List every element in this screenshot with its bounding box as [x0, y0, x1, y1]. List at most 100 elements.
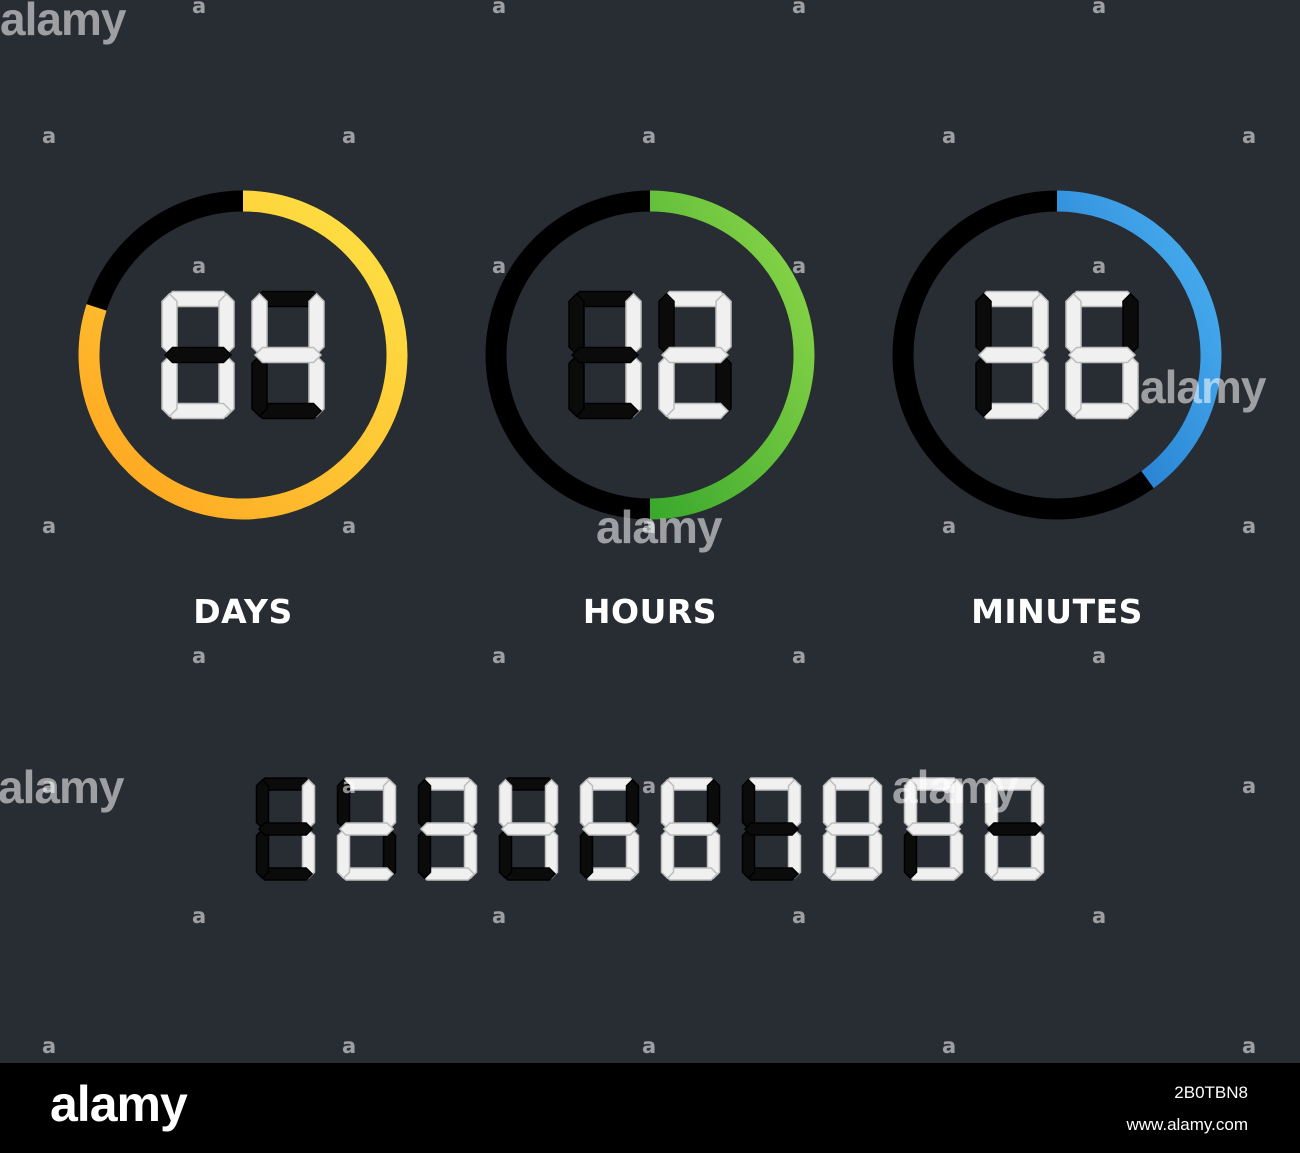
watermark-glyph: a — [792, 904, 807, 928]
watermark-glyph: a — [492, 0, 507, 18]
watermark-glyph: a — [192, 254, 207, 278]
row-digit-6 — [660, 777, 721, 881]
segment-e-on — [822, 828, 837, 880]
row-digit-8 — [822, 777, 883, 881]
segment-b-on — [787, 778, 802, 830]
segment-g-on — [338, 822, 395, 836]
segment-b-on — [868, 778, 883, 830]
days-label: DAYS — [193, 592, 293, 631]
row-digit-3 — [417, 777, 478, 881]
segment-b-on — [1030, 778, 1045, 830]
segment-g-on — [977, 346, 1047, 364]
countdown-panel: DAYS HOURS MINUTES a a a a a a a a a a a a a a a a a a a a a… — [0, 0, 1300, 1063]
alamy-logo: alamy — [50, 1076, 188, 1132]
segment-f-on — [251, 292, 268, 356]
watermark-glyph: a — [342, 1034, 357, 1058]
watermark-word: alamy — [0, 0, 126, 45]
segment-g-off — [743, 822, 800, 836]
watermark-glyph: a — [342, 514, 357, 538]
watermark-glyph: a — [1242, 774, 1257, 798]
watermark-glyph: a — [192, 644, 207, 668]
hours-label: HOURS — [582, 592, 718, 631]
segment-g-off — [986, 822, 1043, 836]
segment-f-on — [1065, 292, 1082, 356]
watermark-glyph: a — [1092, 0, 1107, 18]
value-digit-2 — [658, 290, 732, 420]
segment-f-off — [255, 778, 270, 830]
watermark-glyph: a — [492, 904, 507, 928]
segment-e-off — [251, 354, 268, 418]
segment-f-off — [741, 778, 756, 830]
watermark-glyph: a — [792, 644, 807, 668]
segment-b-on — [544, 778, 559, 830]
segment-g-off — [257, 822, 314, 836]
row-digit-4 — [498, 777, 559, 881]
watermark-glyph: a — [1092, 254, 1107, 278]
segment-b-on — [715, 292, 732, 356]
timer-days — [78, 190, 408, 520]
value-digit-6 — [1065, 290, 1139, 420]
watermark-word: alamy — [892, 761, 1018, 813]
watermark-glyph: a — [792, 0, 807, 18]
timer-minutes — [892, 190, 1222, 520]
watermark-glyph: a — [1092, 644, 1107, 668]
segment-g-on — [1067, 346, 1137, 364]
segment-b-off — [625, 778, 640, 830]
segment-e-off — [255, 828, 270, 880]
segment-f-off — [417, 778, 432, 830]
watermark-word: alamy — [1140, 361, 1266, 413]
segment-f-on — [498, 778, 513, 830]
segment-g-on — [824, 822, 881, 836]
row-digit-7 — [741, 777, 802, 881]
segment-e-off — [741, 828, 756, 880]
value-digit-0 — [161, 290, 235, 420]
segment-b-on — [625, 292, 642, 356]
site-url: www.alamy.com — [1126, 1115, 1248, 1134]
segment-g-off — [163, 346, 233, 364]
watermark-glyph: a — [42, 514, 57, 538]
segment-e-on — [1065, 354, 1082, 418]
segment-f-off — [658, 292, 675, 356]
segment-b-off — [706, 778, 721, 830]
watermark-glyph: a — [342, 124, 357, 148]
image-code: 2B0TBN8 — [1174, 1083, 1248, 1102]
segment-b-on — [1032, 292, 1049, 356]
segment-e-on — [660, 828, 675, 880]
watermark-glyph: a — [42, 1034, 57, 1058]
footer-bar: alamy 2B0TBN8 www.alamy.com — [0, 1063, 1300, 1153]
segment-f-off — [975, 292, 992, 356]
minutes-label: MINUTES — [971, 592, 1143, 631]
segment-g-off — [570, 346, 640, 364]
segment-f-on — [822, 778, 837, 830]
segment-e-off — [498, 828, 513, 880]
segment-b-on — [301, 778, 316, 830]
segment-g-on — [500, 822, 557, 836]
watermark-glyph: a — [42, 124, 57, 148]
segment-g-on — [662, 822, 719, 836]
segment-b-on — [218, 292, 235, 356]
watermark-glyph: a — [192, 0, 207, 18]
watermark-glyph: a — [942, 514, 957, 538]
segment-e-on — [161, 354, 178, 418]
watermark-glyph: a — [942, 124, 957, 148]
watermark-glyph: a — [792, 254, 807, 278]
watermark-glyph: a — [1242, 1034, 1257, 1058]
value-digit-3 — [975, 290, 1049, 420]
watermark-glyph: a — [642, 1034, 657, 1058]
timer-hours — [485, 190, 815, 520]
watermark-glyph: a — [492, 644, 507, 668]
watermark-glyph: a — [642, 124, 657, 148]
segment-f-on — [660, 778, 675, 830]
segment-g-on — [253, 346, 323, 364]
segment-f-off — [568, 292, 585, 356]
watermark-glyph: a — [642, 774, 657, 798]
watermark-word: alamy — [0, 761, 124, 813]
watermark-glyph: a — [192, 904, 207, 928]
watermark-glyph: a — [1092, 904, 1107, 928]
segment-g-on — [905, 822, 962, 836]
row-digit-5 — [579, 777, 640, 881]
segment-f-on — [161, 292, 178, 356]
segment-e-off — [579, 828, 594, 880]
segment-e-on — [336, 828, 351, 880]
watermark-glyph: a — [1242, 124, 1257, 148]
